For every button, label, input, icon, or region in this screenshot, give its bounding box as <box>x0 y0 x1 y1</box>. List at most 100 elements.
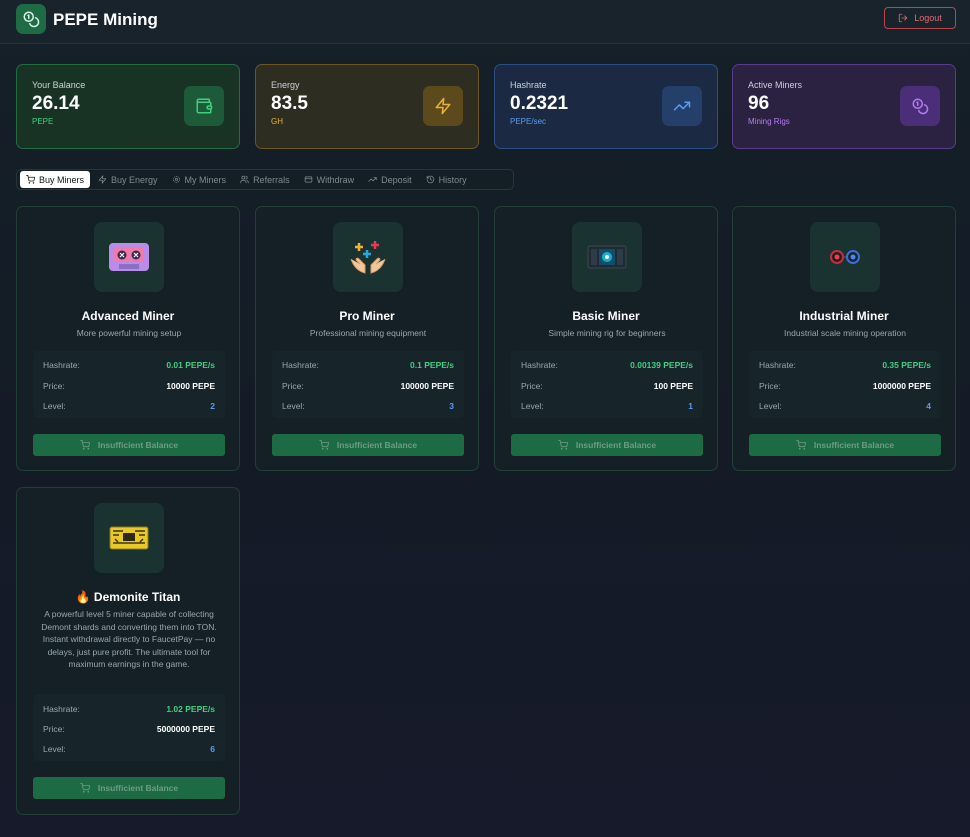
level-label: Level: <box>43 744 66 754</box>
price-label: Price: <box>43 724 65 734</box>
app-header: PEPE Mining Logout <box>0 0 970 44</box>
history-icon <box>426 175 434 184</box>
cart-icon <box>80 440 90 450</box>
stat-card-hashrate: Hashrate 0.2321 PEPE/sec <box>494 64 718 149</box>
level-label: Level: <box>282 401 305 411</box>
hashrate-label: Hashrate: <box>43 704 80 714</box>
lightning-icon <box>423 86 463 126</box>
buy-button-label: Insufficient Balance <box>813 440 895 450</box>
hashrate-label: Hashrate: <box>282 360 319 370</box>
cog-icon <box>172 176 180 183</box>
miner-card-basic: Basic Miner Simple mining rig for beginn… <box>494 206 718 471</box>
level-value: 2 <box>210 401 215 411</box>
lightning-icon <box>98 175 107 184</box>
hashrate-label: Hashrate: <box>43 360 80 370</box>
tab-deposit[interactable]: Deposit <box>362 171 418 188</box>
coins-icon <box>900 86 940 126</box>
miner-description: Simple mining rig for beginners <box>548 328 666 338</box>
tab-referrals[interactable]: Referrals <box>234 171 296 188</box>
tab-history[interactable]: History <box>420 171 473 188</box>
stat-card-active-miners: Active Miners 96 Mining Rigs <box>732 64 956 149</box>
miner-name: 🔥 Demonite Titan <box>75 590 181 604</box>
price-value: 10000 PEPE <box>166 381 215 391</box>
buy-button[interactable]: Insufficient Balance <box>511 434 703 456</box>
tab-buy-miners[interactable]: Buy Miners <box>20 171 91 188</box>
level-label: Level: <box>43 401 66 411</box>
cart-icon <box>319 440 329 450</box>
miner-stats: Hashrate: 1.02 PEPE/s Price: 5000000 PEPE … <box>33 694 225 761</box>
tab-label: Referrals <box>253 174 290 185</box>
buy-button-label: Insufficient Balance <box>575 440 657 450</box>
hashrate-value: 0.00139 PEPE/s <box>630 360 693 370</box>
price-label: Price: <box>43 381 65 391</box>
cart-icon <box>796 440 806 450</box>
trending-up-icon <box>368 177 377 182</box>
hashrate-label: Hashrate: <box>521 360 558 370</box>
tab-label: Withdraw <box>316 174 355 185</box>
miner-description: Professional mining equipment <box>309 328 427 338</box>
tab-bar: Buy Miners Buy Energy My Miners Referral… <box>16 169 514 190</box>
coins-logo-icon <box>16 4 46 34</box>
miner-description: More powerful mining setup <box>76 328 182 338</box>
miner-name: Advanced Miner <box>81 309 175 323</box>
goggles-icon <box>810 222 880 292</box>
price-label: Price: <box>759 381 781 391</box>
gpu-rig-icon <box>572 222 642 292</box>
wallet-icon <box>304 176 312 183</box>
level-label: Level: <box>521 401 544 411</box>
hashrate-value: 0.01 PEPE/s <box>166 360 215 370</box>
buy-button[interactable]: Insufficient Balance <box>749 434 941 456</box>
miner-card-pro: Pro Miner Professional mining equipment … <box>255 206 479 471</box>
buy-button-label: Insufficient Balance <box>97 783 179 793</box>
level-label: Level: <box>759 401 782 411</box>
cassette-icon <box>94 222 164 292</box>
tab-label: Deposit <box>381 174 412 185</box>
miner-card-industrial: Industrial Miner Industrial scale mining… <box>732 206 956 471</box>
hashrate-label: Hashrate: <box>759 360 796 370</box>
buy-button[interactable]: Insufficient Balance <box>33 777 225 799</box>
tab-label: Buy Miners <box>39 174 85 185</box>
price-value: 1000000 PEPE <box>872 381 931 391</box>
buy-button[interactable]: Insufficient Balance <box>33 434 225 456</box>
miner-name: Industrial Miner <box>799 309 889 323</box>
price-value: 5000000 PEPE <box>156 724 215 734</box>
price-value: 100 PEPE <box>653 381 693 391</box>
trending-up-icon <box>662 86 702 126</box>
hashrate-value: 1.02 PEPE/s <box>166 704 215 714</box>
miner-card-advanced: Advanced Miner More powerful mining setu… <box>16 206 240 471</box>
tab-label: History <box>438 174 467 185</box>
wallet-icon <box>184 86 224 126</box>
cart-icon <box>80 783 90 793</box>
tab-buy-energy[interactable]: Buy Energy <box>92 171 164 188</box>
stat-card-balance: Your Balance 26.14 PEPE <box>16 64 240 149</box>
price-value: 100000 PEPE <box>400 381 454 391</box>
cart-icon <box>26 175 35 184</box>
buy-button[interactable]: Insufficient Balance <box>272 434 464 456</box>
titan-board-icon <box>94 503 164 573</box>
miner-description: A powerful level 5 miner capable of coll… <box>41 609 217 669</box>
level-value: 3 <box>449 401 454 411</box>
price-label: Price: <box>282 381 304 391</box>
hashrate-value: 0.35 PEPE/s <box>882 360 931 370</box>
level-value: 4 <box>926 401 931 411</box>
logout-button[interactable]: Logout <box>884 7 956 29</box>
miner-stats: Hashrate: 0.01 PEPE/s Price: 10000 PEPE Le… <box>33 351 225 418</box>
miner-card-demonite-titan: 🔥 Demonite Titan A powerful level 5 mine… <box>16 487 240 815</box>
miner-stats: Hashrate: 0.00139 PEPE/s Price: 100 PEPE L… <box>511 351 703 418</box>
buy-button-label: Insufficient Balance <box>97 440 179 450</box>
miner-stats: Hashrate: 0.35 PEPE/s Price: 1000000 PEPE … <box>749 351 941 418</box>
users-icon <box>240 175 249 184</box>
cart-icon <box>558 440 568 450</box>
logout-label: Logout <box>914 13 942 23</box>
app-title: PEPE Mining <box>53 10 158 29</box>
tab-label: Buy Energy <box>111 174 158 185</box>
hashrate-value: 0.1 PEPE/s <box>410 360 454 370</box>
level-value: 6 <box>210 744 215 754</box>
stat-card-energy: Energy 83.5 GH <box>255 64 479 149</box>
price-label: Price: <box>521 381 543 391</box>
buy-button-label: Insufficient Balance <box>336 440 418 450</box>
miner-stats: Hashrate: 0.1 PEPE/s Price: 100000 PEPE Le… <box>272 351 464 418</box>
tab-withdraw[interactable]: Withdraw <box>298 171 361 188</box>
tab-my-miners[interactable]: My Miners <box>166 171 233 188</box>
miner-name: Pro Miner <box>339 309 395 323</box>
